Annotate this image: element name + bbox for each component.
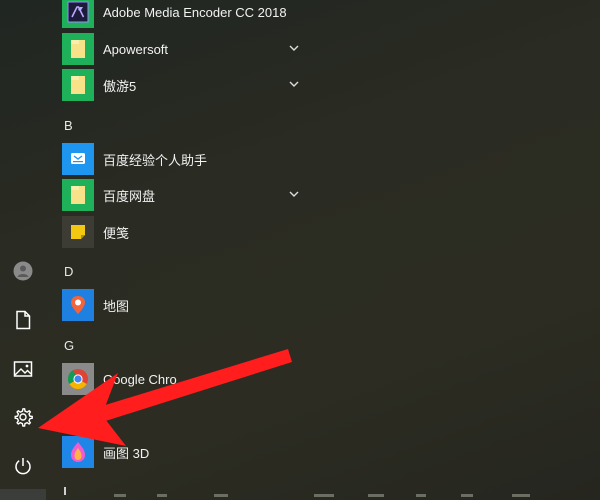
folder-icon	[62, 179, 94, 211]
settings-button[interactable]	[0, 395, 46, 439]
section-header-g[interactable]: G	[64, 338, 74, 353]
app-item-google-chrome[interactable]: Google Chro	[62, 361, 312, 397]
documents-icon	[16, 310, 31, 330]
section-header-b[interactable]: B	[64, 118, 73, 133]
sticky-notes-icon	[62, 216, 94, 248]
power-icon	[15, 458, 31, 475]
folder-icon	[62, 33, 94, 65]
documents-button[interactable]	[0, 298, 46, 342]
chevron-down-icon[interactable]	[288, 188, 300, 200]
paint-3d-icon	[62, 436, 94, 468]
app-item-sticky-notes[interactable]: 便笺	[62, 214, 312, 250]
folder-icon	[62, 69, 94, 101]
chevron-down-icon[interactable]	[288, 42, 300, 54]
app-label: 傲游5	[103, 78, 137, 94]
user-account-button[interactable]	[0, 249, 46, 293]
app-label: Apowersoft	[103, 41, 169, 57]
adobe-media-encoder-icon	[62, 0, 94, 28]
app-list: Adobe Media Encoder CC 2018 Apowersoft 傲…	[46, 0, 316, 500]
maps-icon	[62, 289, 94, 321]
app-item-apowersoft[interactable]: Apowersoft	[62, 31, 312, 67]
pictures-icon	[13, 361, 33, 377]
app-label: 百度网盘	[103, 188, 156, 204]
chevron-down-icon[interactable]	[288, 78, 300, 90]
taskbar-edge	[60, 494, 600, 500]
app-item-baidu-netdisk[interactable]: 百度网盘	[62, 177, 312, 213]
app-item-maps[interactable]: 地图	[62, 287, 312, 323]
app-label: 地图	[103, 298, 130, 314]
app-item-paint-3d[interactable]: 画图 3D	[62, 434, 312, 470]
section-header-d[interactable]: D	[64, 264, 73, 279]
user-icon	[13, 261, 33, 281]
start-button-edge[interactable]	[0, 489, 46, 500]
app-label: 便笺	[103, 225, 130, 241]
power-button[interactable]	[0, 444, 46, 488]
section-header-h[interactable]: H	[64, 411, 73, 426]
app-label: 画图 3D	[103, 445, 150, 461]
pictures-button[interactable]	[0, 347, 46, 391]
settings-icon	[14, 408, 33, 427]
start-menu-rail	[0, 0, 46, 500]
app-label: Google Chro	[103, 371, 177, 387]
chrome-icon	[62, 363, 94, 395]
app-label: Adobe Media Encoder CC 2018	[103, 4, 287, 20]
baidu-jingyan-icon	[62, 143, 94, 175]
app-item-maxthon[interactable]: 傲游5	[62, 67, 312, 103]
app-label: 百度经验个人助手	[103, 152, 208, 168]
app-item-adobe-media-encoder[interactable]: Adobe Media Encoder CC 2018	[62, 0, 312, 30]
app-item-baidu-jingyan[interactable]: 百度经验个人助手	[62, 141, 312, 177]
